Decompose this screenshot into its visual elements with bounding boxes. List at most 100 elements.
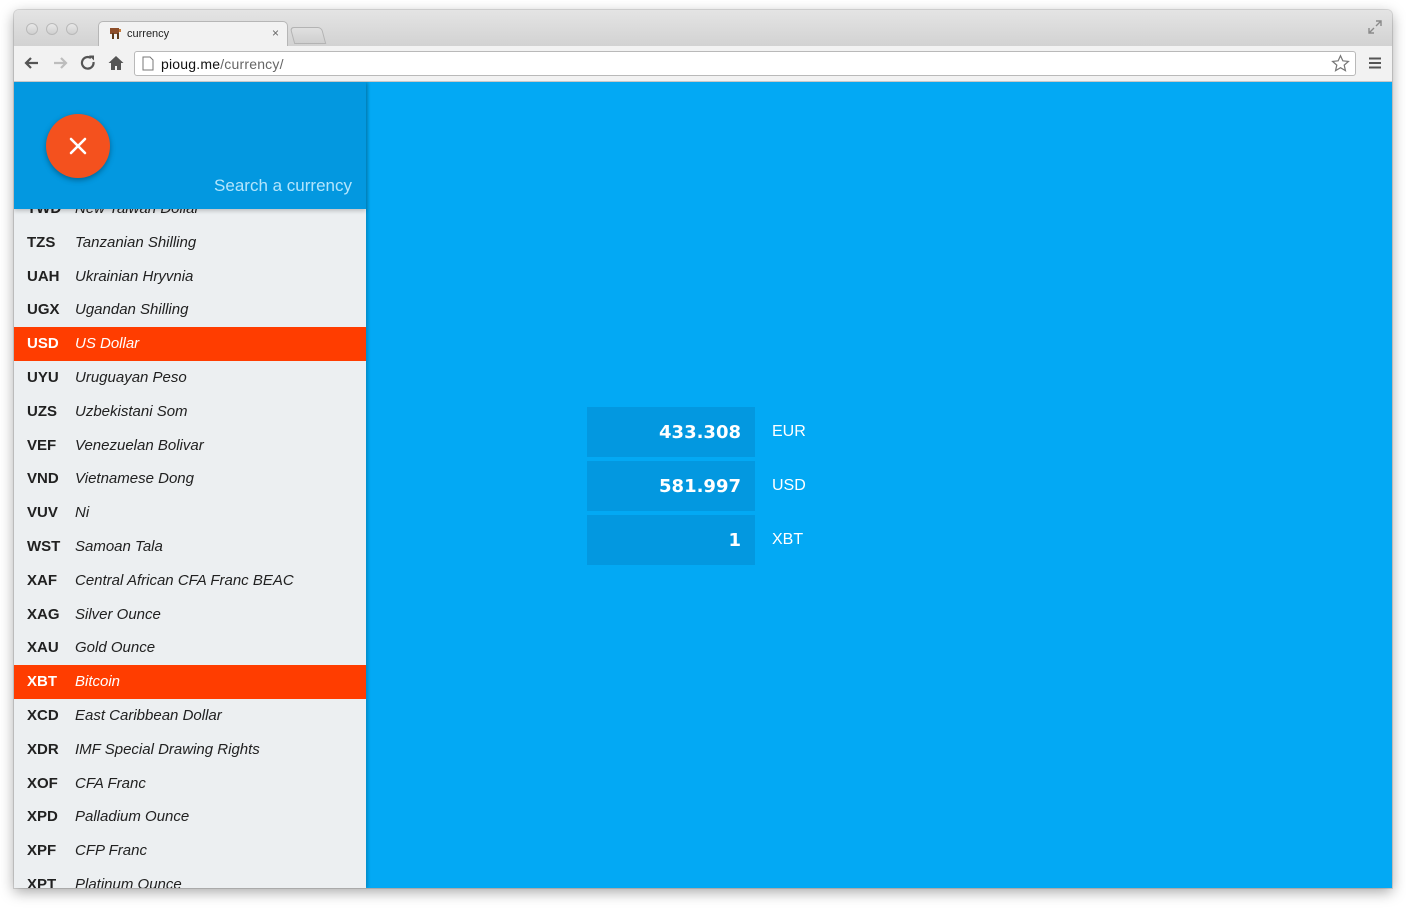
minimize-window-button[interactable] (46, 23, 58, 35)
currency-code: WST (27, 537, 61, 555)
amount-input-xbt[interactable] (587, 515, 755, 565)
currency-list-item-vef[interactable]: VEF Venezuelan Bolivar (14, 429, 366, 463)
forward-arrow-icon[interactable] (50, 53, 70, 73)
currency-list-item-wst[interactable]: WST Samoan Tala (14, 530, 366, 564)
zoom-window-button[interactable] (66, 23, 78, 35)
amount-input-eur[interactable] (587, 407, 755, 457)
favicon-icon (110, 28, 121, 39)
currency-code: VND (27, 470, 59, 488)
currency-code: VUV (27, 504, 58, 522)
conversion-row-usd: USD (587, 461, 827, 511)
currency-code: XCD (27, 706, 59, 724)
currency-list-item-xpt[interactable]: XPT Platinum Ounce (14, 868, 366, 888)
currency-list-item-vuv[interactable]: VUV Ni (14, 496, 366, 530)
currency-list-item-xdr[interactable]: XDR IMF Special Drawing Rights (14, 733, 366, 767)
currency-name: Silver Ounce (75, 605, 161, 623)
currency-name: Palladium Ounce (75, 808, 190, 826)
close-icon (69, 137, 87, 155)
currency-code: XOF (27, 774, 58, 792)
currency-code: XPT (27, 875, 57, 888)
currency-name: CFP Franc (75, 842, 147, 860)
reload-icon[interactable] (78, 53, 98, 73)
currency-list-item-xpd[interactable]: XPD Palladium Ounce (14, 800, 366, 834)
amount-input-usd[interactable] (587, 461, 755, 511)
currency-code: UAH (27, 267, 60, 285)
currency-list-item-xbt[interactable]: XBT Bitcoin (14, 665, 366, 699)
currency-name: IMF Special Drawing Rights (75, 740, 260, 758)
tab-title: currency (127, 28, 170, 40)
currency-code: UZS (27, 402, 57, 420)
fullscreen-icon[interactable] (1368, 20, 1382, 34)
currency-name: Venezuelan Bolivar (75, 436, 204, 454)
url-host: pioug.me (161, 56, 221, 72)
currency-list-item-xag[interactable]: XAG Silver Ounce (14, 598, 366, 632)
currency-name: Uzbekistani Som (75, 402, 188, 420)
close-sidebar-button[interactable] (46, 114, 110, 178)
currency-list-item-usd[interactable]: USD US Dollar (14, 327, 366, 361)
currency-code: XDR (27, 740, 59, 758)
currency-name: Platinum Ounce (75, 875, 182, 888)
currency-code: VEF (27, 436, 57, 454)
currency-list-item-xaf[interactable]: XAF Central African CFA Franc BEAC (14, 564, 366, 598)
currency-name: East Caribbean Dollar (75, 706, 222, 724)
url-text: pioug.me/currency/ (161, 56, 284, 72)
currency-list-item-xof[interactable]: XOF CFA Franc (14, 767, 366, 801)
currency-name: New Taiwan Dollar (75, 209, 200, 226)
currency-list-item-uzs[interactable]: UZS Uzbekistani Som (14, 395, 366, 429)
currency-name: Tanzanian Shilling (75, 233, 197, 251)
browser-tab[interactable]: currency × (98, 21, 288, 46)
home-icon[interactable] (106, 53, 126, 73)
browser-window: currency × pioug.me/currency/ Search a c… (14, 10, 1392, 888)
currency-name: Bitcoin (75, 673, 121, 691)
currency-name: Ni (75, 504, 90, 522)
currency-list-item-xcd[interactable]: XCD East Caribbean Dollar (14, 699, 366, 733)
currency-code: TZS (27, 233, 56, 251)
currency-list-items: TWD New Taiwan Dollar TZS Tanzanian Shillin… (14, 209, 366, 888)
currency-code: XPD (27, 808, 58, 826)
currency-list: TWD New Taiwan Dollar TZS Tanzanian Shillin… (14, 209, 366, 888)
currency-search-input[interactable] (132, 174, 352, 198)
currency-name: Vietnamese Dong (75, 470, 194, 488)
conversion-row-xbt: XBT (587, 515, 827, 565)
currency-unit-label: XBT (772, 531, 804, 548)
tab-strip: currency × (14, 10, 1392, 46)
hamburger-menu-icon[interactable] (1368, 56, 1382, 70)
close-window-button[interactable] (26, 23, 38, 35)
currency-name: Gold Ounce (75, 639, 156, 657)
currency-list-item-tzs[interactable]: TZS Tanzanian Shilling (14, 226, 366, 260)
currency-list-item-xau[interactable]: XAU Gold Ounce (14, 631, 366, 665)
currency-code: XAF (27, 571, 57, 589)
bookmark-star-icon[interactable] (1331, 54, 1350, 73)
currency-unit-label: EUR (772, 423, 806, 440)
currency-code: TWD (27, 209, 61, 226)
conversion-row-eur: EUR (587, 407, 827, 457)
currency-list-item-uyu[interactable]: UYU Uruguayan Peso (14, 361, 366, 395)
currency-name: Uruguayan Peso (75, 368, 187, 386)
currency-code: XBT (27, 673, 57, 691)
currency-name: Samoan Tala (75, 537, 163, 555)
browser-toolbar: pioug.me/currency/ (14, 46, 1392, 82)
currency-code: UGX (27, 301, 60, 319)
url-path: /currency/ (220, 56, 284, 72)
tab-close-icon[interactable]: × (272, 26, 279, 40)
currency-code: XPF (27, 842, 57, 860)
currency-name: Ukrainian Hryvnia (75, 267, 194, 285)
address-bar[interactable]: pioug.me/currency/ (134, 51, 1356, 76)
currency-name: Central African CFA Franc BEAC (75, 571, 294, 589)
new-tab-button[interactable] (289, 27, 327, 44)
currency-list-item-xpf[interactable]: XPF CFP Franc (14, 834, 366, 868)
currency-list-item-twd[interactable]: TWD New Taiwan Dollar (14, 209, 366, 226)
currency-code: XAG (27, 605, 60, 623)
back-arrow-icon[interactable] (22, 53, 42, 73)
currency-name: US Dollar (75, 335, 140, 353)
sidebar-header (14, 82, 366, 209)
currency-code: USD (27, 335, 59, 353)
currency-unit-label: USD (772, 477, 806, 494)
currency-list-item-ugx[interactable]: UGX Ugandan Shilling (14, 293, 366, 327)
currency-name: CFA Franc (75, 774, 146, 792)
page-icon (142, 56, 154, 71)
currency-list-item-uah[interactable]: UAH Ukrainian Hryvnia (14, 260, 366, 294)
currency-name: Ugandan Shilling (75, 301, 189, 319)
currency-code: XAU (27, 639, 59, 657)
currency-list-item-vnd[interactable]: VND Vietnamese Dong (14, 462, 366, 496)
